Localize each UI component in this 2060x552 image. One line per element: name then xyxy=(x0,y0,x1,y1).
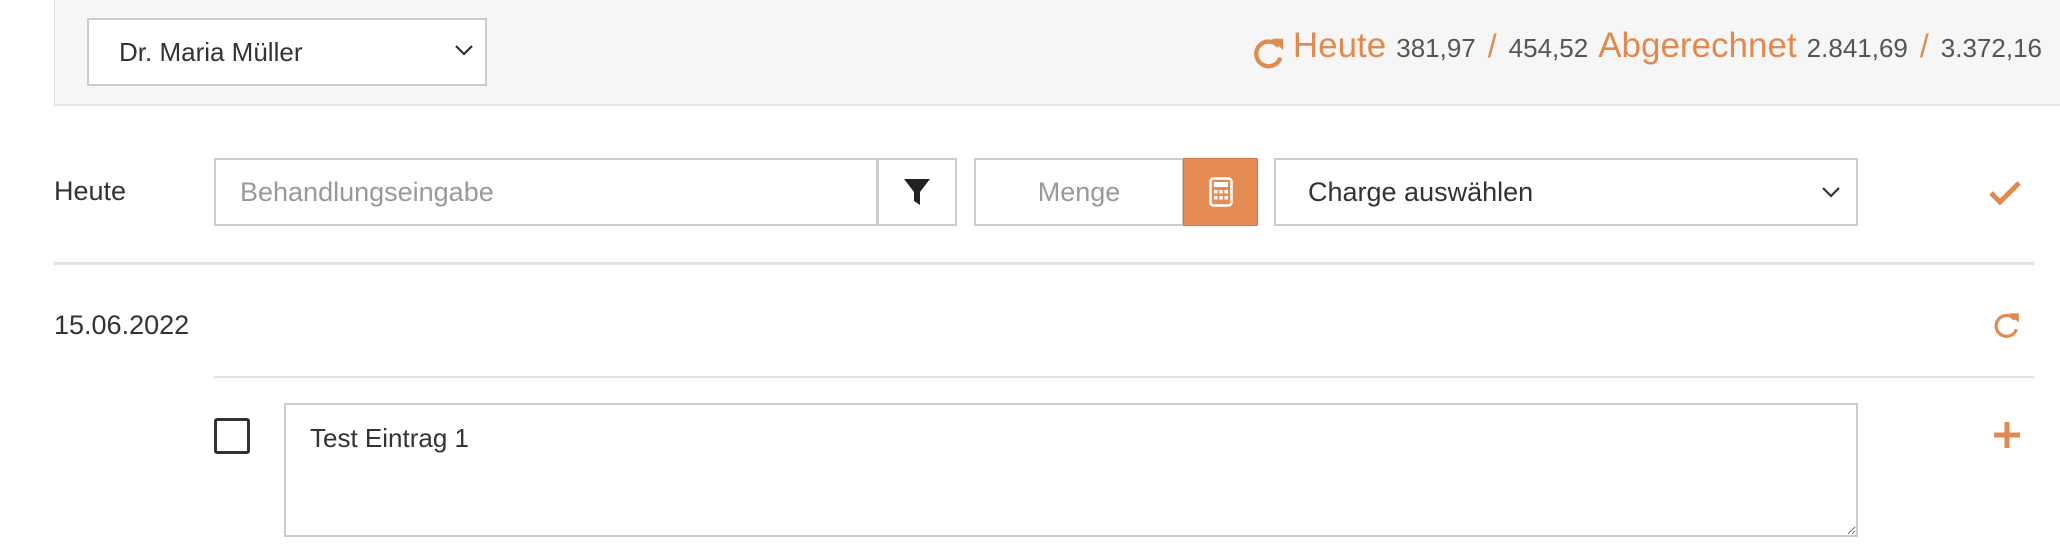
calculator-button[interactable] xyxy=(1183,158,1258,226)
charge-select[interactable]: Charge auswählen xyxy=(1274,158,1858,226)
billed-label: Abgerechnet xyxy=(1598,26,1797,65)
charge-select-value: Charge auswählen xyxy=(1308,177,1534,207)
today-value: 381,97 xyxy=(1396,33,1476,63)
billed-total: 3.372,16 xyxy=(1940,33,2042,63)
divider xyxy=(54,262,2034,265)
entry-checkbox[interactable] xyxy=(214,418,250,454)
filter-icon xyxy=(904,179,930,205)
today-total: 454,52 xyxy=(1508,33,1589,63)
entry-textarea[interactable]: Test Eintrag 1 xyxy=(284,403,1858,537)
top-bar: Dr. Maria Müller Heute 381,97 / 454,52 A… xyxy=(54,0,2060,106)
entry-row: Heute Charge auswählen xyxy=(0,158,2060,226)
today-separator: / xyxy=(1487,28,1497,64)
totals-summary: Heute 381,97 / 454,52 Abgerechnet 2.841,… xyxy=(1249,26,2042,82)
date-label: 15.06.2022 xyxy=(54,310,190,340)
chevron-down-icon xyxy=(1822,187,1840,198)
menge-input[interactable] xyxy=(974,158,1184,226)
refresh-icon[interactable] xyxy=(1249,35,1287,73)
filter-button[interactable] xyxy=(877,158,957,226)
today-label: Heute xyxy=(1292,26,1387,65)
behandlung-input[interactable] xyxy=(214,158,878,226)
refresh-icon[interactable] xyxy=(1990,310,2022,342)
billed-value: 2.841,69 xyxy=(1806,33,1908,63)
calculator-icon xyxy=(1208,177,1233,207)
doctor-select-value: Dr. Maria Müller xyxy=(119,37,303,67)
doctor-select[interactable]: Dr. Maria Müller xyxy=(87,18,487,86)
divider xyxy=(214,376,2034,378)
chevron-down-icon xyxy=(455,45,473,56)
billed-separator: / xyxy=(1919,28,1929,64)
check-icon[interactable] xyxy=(1988,174,2022,210)
plus-icon[interactable] xyxy=(1992,420,2022,450)
entry-row-label: Heute xyxy=(54,176,127,206)
